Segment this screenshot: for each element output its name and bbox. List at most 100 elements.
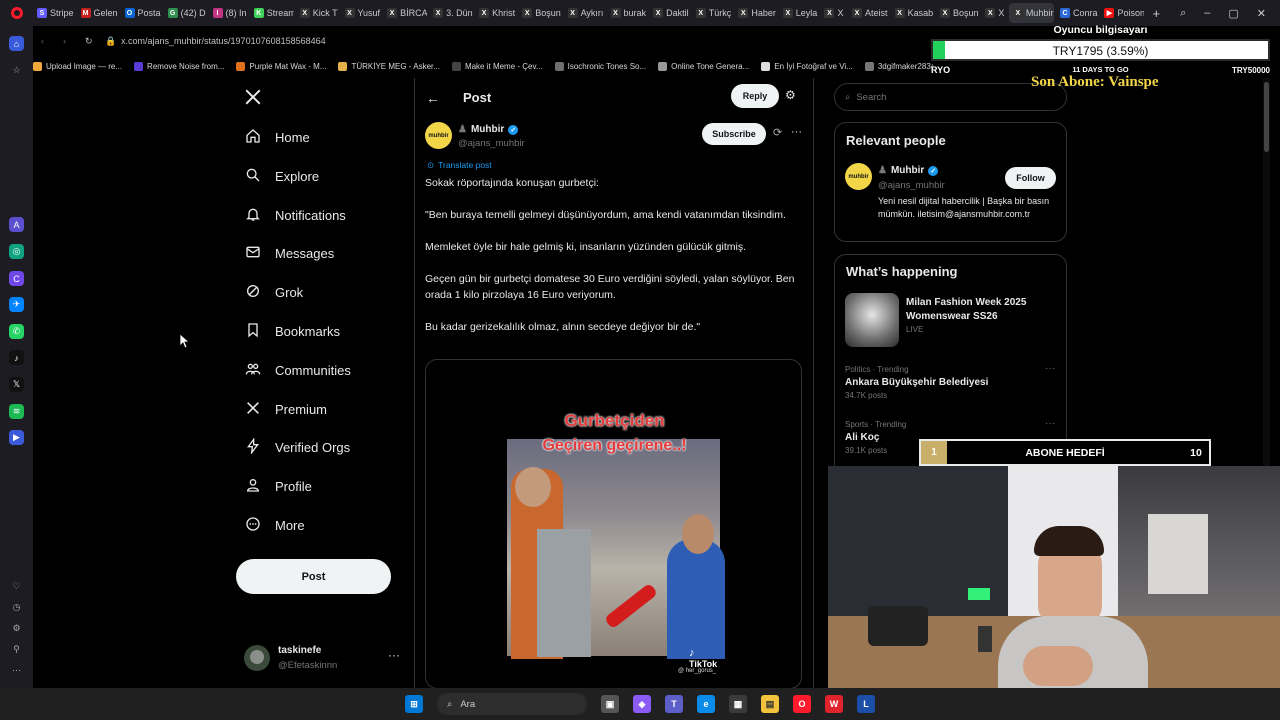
url-field[interactable]: x.com/ajans_muhbir/status/19701076081585… xyxy=(121,36,326,46)
browser-tab[interactable]: X Ateist xyxy=(848,3,889,23)
close-window-icon[interactable]: ✕ xyxy=(1257,7,1266,20)
post-more-icon[interactable]: ··· xyxy=(791,126,802,138)
star-icon[interactable]: ☆ xyxy=(9,63,24,78)
browser-tab[interactable]: I (8) In xyxy=(209,3,248,23)
browser-tab[interactable]: X Aykırı xyxy=(564,3,605,23)
featured-thumbnail[interactable] xyxy=(845,293,899,347)
trend-more-icon[interactable]: ··· xyxy=(1045,418,1055,429)
copilot-taskbar-icon[interactable]: ◈ xyxy=(633,695,651,713)
browser-tab[interactable]: O Posta xyxy=(121,3,162,23)
more-dots-icon[interactable]: ⋯ xyxy=(9,663,24,678)
browser-tab[interactable]: X Kasab xyxy=(891,3,934,23)
bookmark-item[interactable]: En İyi Fotoğraf ve Vi... xyxy=(761,61,853,71)
trend-item[interactable]: Sports · Trending Ali Koç 39.1K posts xyxy=(845,420,906,455)
browser-tab[interactable]: Xburak xyxy=(607,3,648,23)
app-w-icon[interactable]: W xyxy=(825,695,843,713)
featured-title[interactable]: Milan Fashion Week 2025 Womenswear SS26 xyxy=(906,296,1061,324)
author-name[interactable]: Muhbir xyxy=(471,124,504,135)
back-arrow-icon[interactable]: ‹ xyxy=(41,36,55,46)
browser-tab[interactable]: G (42) D xyxy=(164,3,207,23)
nav-item-bookmarks[interactable]: Bookmarks xyxy=(245,322,340,341)
home-speed-dial-icon[interactable]: ⌂ xyxy=(9,36,24,51)
lightbulb-icon[interactable]: ⚲ xyxy=(9,642,24,657)
browser-tab[interactable]: X Boşun xyxy=(936,3,979,23)
browser-tab[interactable]: ▶ Poison xyxy=(1100,3,1144,23)
search-tabs-icon[interactable]: ⌕ xyxy=(1180,7,1186,20)
new-tab-icon[interactable]: + xyxy=(1146,6,1166,21)
bookmark-item[interactable]: Purple Mat Wax - M... xyxy=(236,61,326,71)
nav-item-explore[interactable]: Explore xyxy=(245,167,319,186)
task-view-icon[interactable]: ▣ xyxy=(601,695,619,713)
history-icon[interactable]: ◷ xyxy=(9,600,24,615)
browser-tab[interactable]: K Stream xyxy=(250,3,294,23)
x-logo-icon[interactable] xyxy=(244,88,262,111)
subscribe-button[interactable]: Subscribe xyxy=(702,123,766,145)
grok-explain-icon[interactable]: ⟳ xyxy=(773,126,782,139)
trend-more-icon[interactable]: ··· xyxy=(1045,363,1055,374)
opera-taskbar-icon[interactable]: O xyxy=(793,695,811,713)
taskbar-search[interactable]: ⌕ Ara xyxy=(437,693,587,715)
nav-item-more[interactable]: More xyxy=(245,516,305,535)
heart-icon[interactable]: ♡ xyxy=(9,579,24,594)
nav-item-profile[interactable]: Profile xyxy=(245,477,312,496)
app-l-icon[interactable]: L xyxy=(857,695,875,713)
filter-sliders-icon[interactable]: ⚙ xyxy=(785,88,796,102)
nav-item-grok[interactable]: Grok xyxy=(245,283,303,302)
browser-tab[interactable]: M Gelen xyxy=(77,3,119,23)
browser-tab[interactable]: X Boşun xyxy=(518,3,561,23)
forward-arrow-icon[interactable]: › xyxy=(63,36,77,46)
browser-tab[interactable]: X Kick T xyxy=(296,3,339,23)
person-name[interactable]: Muhbir xyxy=(891,165,924,176)
copilot-icon[interactable]: C xyxy=(9,271,24,286)
browser-tab[interactable]: X BİRCA xyxy=(383,3,427,23)
bookmark-item[interactable]: Make it Meme - Çev... xyxy=(451,61,543,71)
minimize-icon[interactable]: – xyxy=(1204,7,1210,20)
nav-item-messages[interactable]: Messages xyxy=(245,244,334,263)
bookmark-item[interactable]: Online Tone Genera... xyxy=(658,61,749,71)
browser-tab[interactable]: X Daktil xyxy=(649,3,690,23)
trend-item[interactable]: Politics · Trending Ankara Büyükşehir Be… xyxy=(845,365,988,400)
account-avatar[interactable] xyxy=(244,645,270,671)
aria-icon[interactable]: A xyxy=(9,217,24,232)
whatsapp-icon[interactable]: ✆ xyxy=(9,324,24,339)
browser-tab[interactable]: X 3. Dün xyxy=(429,3,473,23)
video-player[interactable]: Gurbetçiden Geçiren geçirene..! ♪ TikTok… xyxy=(425,359,802,688)
post-button[interactable]: Post xyxy=(236,559,391,594)
scrollbar-thumb[interactable] xyxy=(1264,82,1269,152)
bookmark-item[interactable]: Remove Noise from... xyxy=(134,61,224,71)
player-icon[interactable]: ▶ xyxy=(9,430,24,445)
spotify-icon[interactable]: ≋ xyxy=(9,404,24,419)
follow-button[interactable]: Follow xyxy=(1005,167,1056,189)
nav-item-premium[interactable]: Premium xyxy=(245,400,327,419)
tiktok-icon[interactable]: ♪ xyxy=(9,350,24,365)
browser-tab[interactable]: X Muhbir xyxy=(1008,3,1055,23)
browser-tab[interactable]: XX xyxy=(820,3,845,23)
browser-tab[interactable]: X Leyla xyxy=(779,3,819,23)
settings-gear-icon[interactable]: ⚙ xyxy=(9,621,24,636)
file-explorer-icon[interactable]: ▤ xyxy=(761,695,779,713)
bookmark-item[interactable]: 3dgifmaker28349.gi... xyxy=(864,61,933,71)
nav-item-home[interactable]: Home xyxy=(245,128,310,147)
nav-item-verified-orgs[interactable]: Verified Orgs xyxy=(245,437,350,457)
account-menu-icon[interactable]: ··· xyxy=(388,648,400,662)
bookmark-item[interactable]: Isochronic Tones So... xyxy=(554,61,646,71)
person-avatar[interactable]: muhbir xyxy=(845,163,872,190)
browser-tab[interactable]: S Stripe xyxy=(33,3,75,23)
translate-link[interactable]: ⊙ Translate post xyxy=(427,160,492,171)
bookmark-item[interactable]: Upload Image — re... xyxy=(33,61,122,71)
store-icon[interactable]: ▦ xyxy=(729,695,747,713)
browser-tab[interactable]: X Khrist xyxy=(475,3,516,23)
browser-tab[interactable]: C Conra xyxy=(1056,3,1098,23)
browser-tab[interactable]: X Yusuf xyxy=(341,3,382,23)
x-app-icon[interactable]: 𝕏 xyxy=(9,377,24,392)
browser-tab[interactable]: X Haber xyxy=(734,3,776,23)
reload-icon[interactable]: ↻ xyxy=(85,36,99,47)
bookmark-item[interactable]: TÜRKİYE MEG - Asker... xyxy=(338,61,440,71)
teams-icon[interactable]: T xyxy=(665,695,683,713)
edge-icon[interactable]: e xyxy=(697,695,715,713)
browser-tab[interactable]: X Türkç xyxy=(692,3,733,23)
back-icon[interactable]: ← xyxy=(426,90,440,106)
browser-tab[interactable]: XX xyxy=(981,3,1006,23)
reply-button[interactable]: Reply xyxy=(731,84,779,108)
windows-start-icon[interactable]: ⊞ xyxy=(405,695,423,713)
